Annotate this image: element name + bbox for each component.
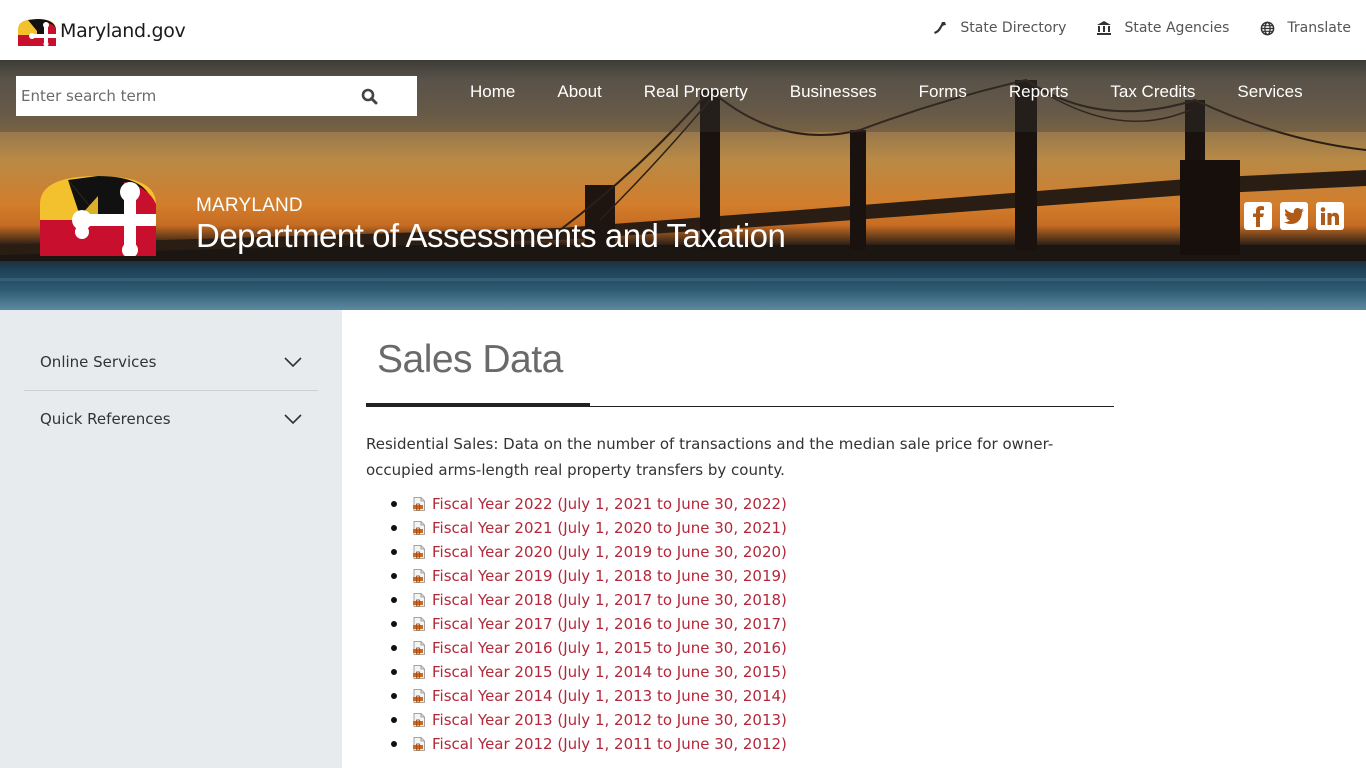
linkedin-link[interactable] xyxy=(1316,202,1344,230)
pdf-file-icon xyxy=(413,641,425,655)
chevron-down-icon xyxy=(284,356,302,367)
fiscal-year-link[interactable]: Fiscal Year 2015 (July 1, 2014 to June 3… xyxy=(432,663,787,681)
twitter-icon xyxy=(1284,207,1304,224)
state-directory-link[interactable]: State Directory xyxy=(932,18,1066,38)
bullet xyxy=(391,501,397,507)
sidebar-item-label: Online Services xyxy=(40,352,157,371)
top-utility-bar: Maryland.gov State Directory State Agenc… xyxy=(0,0,1366,60)
nav-reports[interactable]: Reports xyxy=(1009,82,1069,102)
list-item: Fiscal Year 2014 (July 1, 2013 to June 3… xyxy=(366,684,787,708)
facebook-link[interactable] xyxy=(1244,202,1272,230)
pdf-file-icon xyxy=(413,713,425,727)
pdf-file-icon xyxy=(413,569,425,583)
fiscal-year-link[interactable]: Fiscal Year 2019 (July 1, 2018 to June 3… xyxy=(432,567,787,585)
page-title: Sales Data xyxy=(377,338,563,381)
sidebar-item-label: Quick References xyxy=(40,409,171,428)
site-search xyxy=(16,76,417,116)
list-item: Fiscal Year 2017 (July 1, 2016 to June 3… xyxy=(366,612,787,636)
bullet xyxy=(391,597,397,603)
pdf-file-icon xyxy=(413,689,425,703)
pdf-file-icon xyxy=(413,593,425,607)
nav-forms[interactable]: Forms xyxy=(919,82,967,102)
sidebar-item-quick-references[interactable]: Quick References xyxy=(24,390,318,447)
bullet xyxy=(391,549,397,555)
facebook-icon xyxy=(1253,206,1264,227)
state-agencies-label: State Agencies xyxy=(1124,20,1230,36)
main-navigation: Home About Real Property Businesses Form… xyxy=(449,82,1324,102)
list-item: Fiscal Year 2018 (July 1, 2017 to June 3… xyxy=(366,588,787,612)
bullet xyxy=(391,621,397,627)
utility-links: State Directory State Agencies Translate xyxy=(902,18,1351,38)
bullet xyxy=(391,645,397,651)
fiscal-year-link[interactable]: Fiscal Year 2021 (July 1, 2020 to June 3… xyxy=(432,519,787,537)
search-button[interactable] xyxy=(359,86,379,106)
nav-bar: Home About Real Property Businesses Form… xyxy=(0,60,1366,132)
linkedin-icon xyxy=(1320,207,1339,225)
sidebar: Online Services Quick References xyxy=(0,310,342,768)
bullet xyxy=(391,573,397,579)
nav-businesses[interactable]: Businesses xyxy=(790,82,877,102)
bullet xyxy=(391,669,397,675)
translate-link[interactable]: Translate xyxy=(1259,18,1351,38)
fiscal-year-link[interactable]: Fiscal Year 2012 (July 1, 2011 to June 3… xyxy=(432,735,787,753)
pdf-file-icon xyxy=(413,617,425,631)
pdf-file-icon xyxy=(413,497,425,511)
brand-name: Maryland.gov xyxy=(60,20,186,42)
sales-data-list: Fiscal Year 2022 (July 1, 2021 to June 3… xyxy=(366,492,787,756)
list-item: Fiscal Year 2012 (July 1, 2011 to June 3… xyxy=(366,732,787,756)
pdf-file-icon xyxy=(413,737,425,751)
fiscal-year-link[interactable]: Fiscal Year 2013 (July 1, 2012 to June 3… xyxy=(432,711,787,729)
social-links xyxy=(1236,202,1344,230)
globe-icon xyxy=(1259,20,1275,36)
state-agencies-link[interactable]: State Agencies xyxy=(1096,18,1229,38)
maryland-gov-home-link[interactable]: Maryland.gov xyxy=(16,16,186,46)
fiscal-year-link[interactable]: Fiscal Year 2022 (July 1, 2021 to June 3… xyxy=(432,495,787,513)
pdf-file-icon xyxy=(413,545,425,559)
title-divider-accent xyxy=(366,403,590,407)
list-item: Fiscal Year 2015 (July 1, 2014 to June 3… xyxy=(366,660,787,684)
pdf-file-icon xyxy=(413,665,425,679)
chevron-down-icon xyxy=(284,413,302,424)
nav-services[interactable]: Services xyxy=(1237,82,1302,102)
maryland-flag-logo-icon xyxy=(18,18,56,46)
bank-building-icon xyxy=(1096,20,1112,36)
state-directory-label: State Directory xyxy=(960,20,1067,36)
list-item: Fiscal Year 2019 (July 1, 2018 to June 3… xyxy=(366,564,787,588)
agency-name: Department of Assessments and Taxation xyxy=(196,217,786,254)
list-item: Fiscal Year 2021 (July 1, 2020 to June 3… xyxy=(366,516,787,540)
nav-real-property[interactable]: Real Property xyxy=(644,82,748,102)
phone-icon xyxy=(932,20,948,36)
bullet xyxy=(391,693,397,699)
agency-state-label: MARYLAND xyxy=(196,195,303,216)
search-icon xyxy=(361,88,377,104)
pdf-file-icon xyxy=(413,521,425,535)
fiscal-year-link[interactable]: Fiscal Year 2017 (July 1, 2016 to June 3… xyxy=(432,615,787,633)
bullet xyxy=(391,525,397,531)
fiscal-year-link[interactable]: Fiscal Year 2018 (July 1, 2017 to June 3… xyxy=(432,591,787,609)
fiscal-year-link[interactable]: Fiscal Year 2020 (July 1, 2019 to June 3… xyxy=(432,543,787,561)
fiscal-year-link[interactable]: Fiscal Year 2014 (July 1, 2013 to June 3… xyxy=(432,687,787,705)
nav-home[interactable]: Home xyxy=(470,82,515,102)
nav-tax-credits[interactable]: Tax Credits xyxy=(1110,82,1195,102)
agency-title: MARYLAND Department of Assessments and T… xyxy=(196,195,786,256)
list-item: Fiscal Year 2020 (July 1, 2019 to June 3… xyxy=(366,540,787,564)
agency-home-link[interactable]: MARYLAND Department of Assessments and T… xyxy=(40,176,786,256)
maryland-flag-seal-icon xyxy=(40,176,156,256)
search-input[interactable] xyxy=(16,76,346,116)
list-item: Fiscal Year 2013 (July 1, 2012 to June 3… xyxy=(366,708,787,732)
translate-label: Translate xyxy=(1287,20,1351,36)
twitter-link[interactable] xyxy=(1280,202,1308,230)
intro-text: Residential Sales: Data on the number of… xyxy=(366,435,1054,479)
list-item: Fiscal Year 2022 (July 1, 2021 to June 3… xyxy=(366,492,787,516)
bullet xyxy=(391,741,397,747)
bullet xyxy=(391,717,397,723)
hero-banner: Home About Real Property Businesses Form… xyxy=(0,60,1366,310)
fiscal-year-link[interactable]: Fiscal Year 2016 (July 1, 2015 to June 3… xyxy=(432,639,787,657)
list-item: Fiscal Year 2016 (July 1, 2015 to June 3… xyxy=(366,636,787,660)
sidebar-item-online-services[interactable]: Online Services xyxy=(24,333,318,390)
nav-about[interactable]: About xyxy=(557,82,601,102)
